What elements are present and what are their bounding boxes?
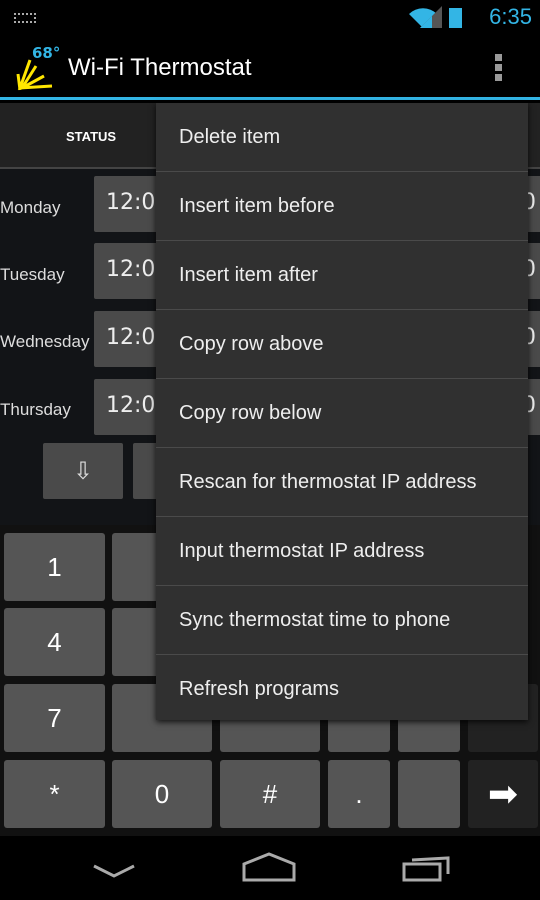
enter-key[interactable]: ➡ xyxy=(468,760,538,828)
menu-item-refresh[interactable]: Refresh programs xyxy=(156,655,528,724)
status-bar: 6:35 xyxy=(0,0,540,36)
lightning-icon xyxy=(16,59,53,91)
clock: 6:35 xyxy=(489,4,532,29)
key-blank[interactable] xyxy=(398,760,460,828)
navigation-bar xyxy=(0,836,540,900)
overflow-menu: Delete item Insert item before Insert it… xyxy=(156,103,528,720)
key-5[interactable] xyxy=(112,608,162,676)
day-label: Thursday xyxy=(0,400,71,419)
day-label: Tuesday xyxy=(0,265,65,284)
key-4[interactable]: 4 xyxy=(4,608,105,676)
key-star[interactable]: * xyxy=(4,760,105,828)
signal-icon xyxy=(420,6,442,28)
menu-item-delete[interactable]: Delete item xyxy=(156,103,528,172)
key-7[interactable]: 7 xyxy=(4,684,105,752)
overflow-menu-icon[interactable] xyxy=(495,54,503,81)
menu-item-insert-before[interactable]: Insert item before xyxy=(156,172,528,241)
home-icon[interactable] xyxy=(242,852,296,882)
app-logo[interactable]: 68° xyxy=(16,44,66,94)
recent-apps-icon[interactable] xyxy=(402,854,452,882)
day-label: Wednesday xyxy=(0,332,90,351)
tab-status[interactable]: STATUS xyxy=(66,129,116,144)
menu-item-input-ip[interactable]: Input thermostat IP address xyxy=(156,517,528,586)
key-hash[interactable]: # xyxy=(220,760,320,828)
key-1[interactable]: 1 xyxy=(4,533,105,601)
menu-item-copy-above[interactable]: Copy row above xyxy=(156,310,528,379)
key-2[interactable] xyxy=(112,533,162,601)
battery-icon xyxy=(449,8,462,28)
menu-item-copy-below[interactable]: Copy row below xyxy=(156,379,528,448)
menu-item-rescan-ip[interactable]: Rescan for thermostat IP address xyxy=(156,448,528,517)
keyboard-icon xyxy=(14,13,36,23)
key-0[interactable]: 0 xyxy=(112,760,212,828)
move-down-button[interactable]: ⇩ xyxy=(43,443,123,499)
menu-item-sync-time[interactable]: Sync thermostat time to phone xyxy=(156,586,528,655)
menu-item-insert-after[interactable]: Insert item after xyxy=(156,241,528,310)
back-down-icon[interactable] xyxy=(92,864,136,878)
app-title: Wi-Fi Thermostat xyxy=(68,54,252,81)
action-bar: 68° Wi-Fi Thermostat xyxy=(0,36,540,100)
key-period[interactable]: . xyxy=(328,760,390,828)
day-label: Monday xyxy=(0,198,61,217)
